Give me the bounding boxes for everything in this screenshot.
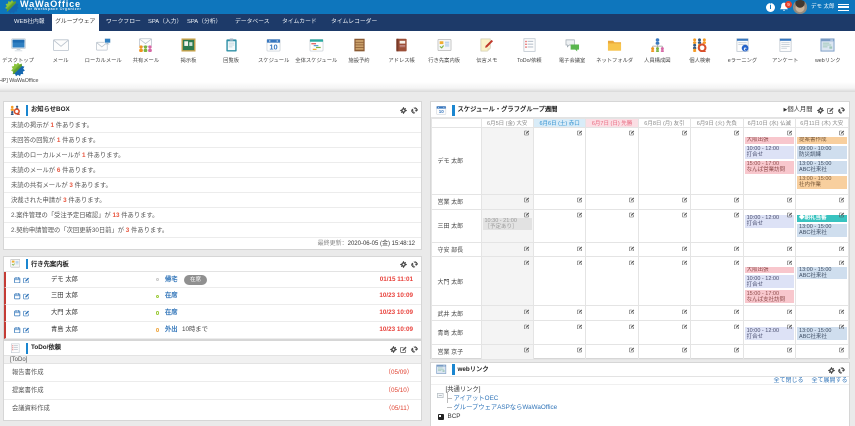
svg-text:10: 10 [270,42,278,51]
svg-text:e: e [744,45,747,52]
